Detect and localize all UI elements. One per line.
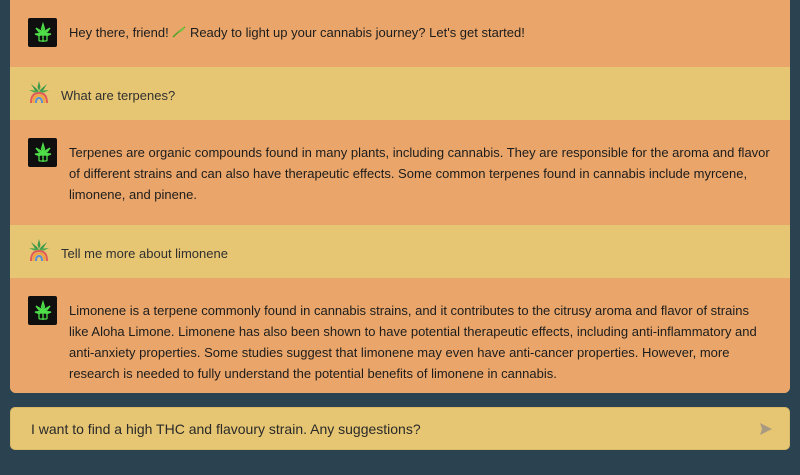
bot-avatar bbox=[28, 296, 57, 325]
send-button[interactable] bbox=[757, 420, 775, 438]
user-message: Tell me more about limonene bbox=[10, 225, 790, 278]
leaf-emoji-icon bbox=[172, 26, 186, 38]
message-text: What are terpenes? bbox=[61, 88, 176, 103]
message-input-bar bbox=[10, 407, 790, 450]
message-text: Limonene is a terpene commonly found in … bbox=[69, 303, 757, 381]
bot-message: Hey there, friend! Ready to light up you… bbox=[10, 0, 790, 67]
message-text: Hey there, friend! Ready to light up you… bbox=[69, 25, 525, 40]
message-text: Tell me more about limonene bbox=[61, 246, 228, 261]
cannabis-rainbow-icon bbox=[29, 81, 49, 104]
bot-message: Terpenes are organic compounds found in … bbox=[10, 120, 790, 225]
cannabis-rainbow-icon bbox=[29, 239, 49, 262]
message-text: Terpenes are organic compounds found in … bbox=[69, 145, 770, 202]
bot-avatar bbox=[28, 18, 57, 47]
message-input[interactable] bbox=[31, 408, 751, 449]
bot-avatar bbox=[28, 138, 57, 167]
cannabis-leaf-icon bbox=[34, 21, 51, 42]
cannabis-leaf-icon bbox=[34, 299, 51, 320]
send-icon bbox=[760, 423, 772, 435]
bot-message: Limonene is a terpene commonly found in … bbox=[10, 278, 790, 393]
user-message: What are terpenes? bbox=[10, 67, 790, 120]
chat-panel: Hey there, friend! Ready to light up you… bbox=[10, 0, 790, 393]
cannabis-leaf-icon bbox=[34, 141, 51, 162]
